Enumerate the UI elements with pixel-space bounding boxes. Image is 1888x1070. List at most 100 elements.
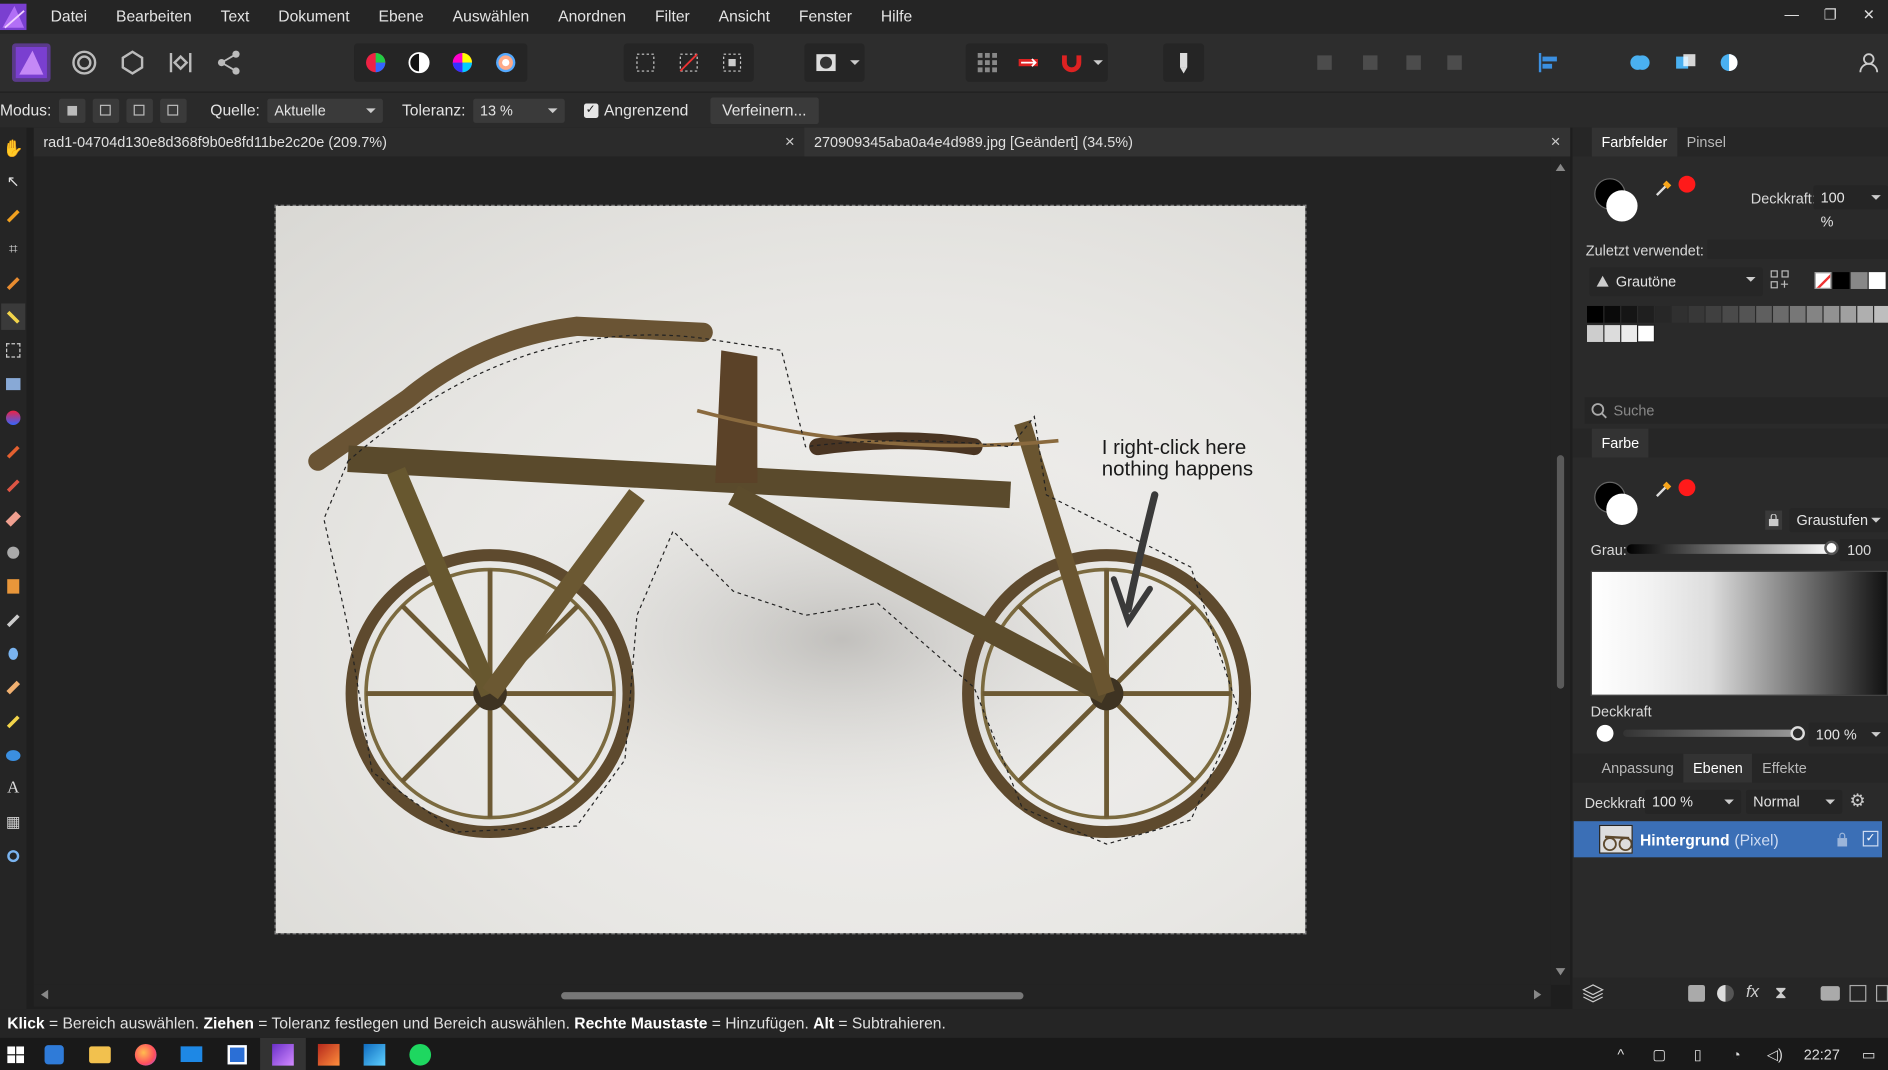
selection-brush-tool-icon[interactable] [1, 270, 25, 296]
alignment-button[interactable] [1532, 46, 1566, 80]
menu-ebene[interactable]: Ebene [364, 0, 438, 34]
marquee-tool-icon[interactable] [1, 337, 25, 363]
scroll-down-icon[interactable] [1555, 968, 1566, 976]
tab-swatches[interactable]: Farbfelder [1591, 127, 1677, 157]
liquify-persona-button[interactable] [67, 46, 101, 80]
eyedropper-icon[interactable] [1654, 178, 1673, 197]
color-lock-icon[interactable] [1765, 510, 1783, 530]
boolean-intersect-button[interactable] [1712, 46, 1746, 80]
add-mask-icon[interactable] [1688, 984, 1706, 1002]
taskbar-app-calendar[interactable] [214, 1038, 260, 1070]
erase-tool-icon[interactable] [1, 506, 25, 532]
blend-mode-dropdown[interactable]: Normal [1745, 789, 1843, 814]
fill-tool-icon[interactable] [1, 371, 25, 397]
assistant-button[interactable] [971, 46, 1005, 80]
close-window-button[interactable]: ✕ [1849, 0, 1888, 29]
select-all-button[interactable] [629, 46, 663, 80]
taskbar-app-affinity-publisher[interactable] [306, 1038, 352, 1070]
deselect-button[interactable] [672, 46, 706, 80]
menu-hilfe[interactable]: Hilfe [866, 0, 926, 34]
tray-chevron-up-icon[interactable]: ^ [1601, 1038, 1640, 1070]
swatch-opacity-field[interactable]: 100 % [1813, 185, 1888, 230]
menu-text[interactable]: Text [206, 0, 264, 34]
tab-color[interactable]: Farbe [1591, 428, 1649, 458]
layer-row-hintergrund[interactable]: Hintergrund (Pixel) ✓ [1573, 821, 1883, 858]
boolean-subtract-button[interactable] [1669, 46, 1703, 80]
delete-layer-icon[interactable] [1875, 984, 1888, 1002]
color-picker-tool-icon[interactable] [1, 202, 25, 228]
arrange-back-button[interactable] [1397, 46, 1431, 80]
swatch-gray[interactable] [1850, 272, 1868, 289]
develop-persona-button[interactable] [116, 46, 150, 80]
tab-layers[interactable]: Ebenen [1683, 753, 1753, 783]
taskbar-app-spotify[interactable] [397, 1038, 443, 1070]
tab-effects[interactable]: Effekte [1752, 754, 1816, 783]
mesh-warp-tool-icon[interactable]: ▦ [1, 809, 25, 835]
vertical-scroll-thumb[interactable] [1556, 455, 1565, 689]
menu-anordnen[interactable]: Anordnen [544, 0, 641, 34]
taskbar-app-explorer[interactable] [77, 1038, 123, 1070]
zoom-tool-icon[interactable] [1, 843, 25, 869]
tray-meet-icon[interactable]: ▢ [1640, 1038, 1679, 1070]
dodge-tool-icon[interactable] [1, 539, 25, 565]
photo-canvas[interactable]: I right-click here nothing happens [274, 204, 1307, 935]
menu-filter[interactable]: Filter [641, 0, 705, 34]
gray-slider-handle[interactable] [1824, 540, 1839, 556]
menu-ansicht[interactable]: Ansicht [704, 0, 784, 34]
layer-visibility-checkbox[interactable]: ✓ [1862, 830, 1879, 847]
mixer-brush-tool-icon[interactable] [1, 472, 25, 498]
snapping-button[interactable] [1055, 46, 1089, 80]
gradient-tool-icon[interactable] [1, 405, 25, 431]
gray-value[interactable]: 100 [1839, 539, 1888, 562]
palette-grid-icon[interactable] [1770, 270, 1789, 289]
palette-dropdown[interactable]: Grautöne [1589, 267, 1763, 297]
menu-auswaehlen[interactable]: Auswählen [438, 0, 543, 34]
account-button[interactable] [1852, 46, 1886, 80]
scroll-up-icon[interactable] [1555, 163, 1566, 171]
mode-add-button[interactable] [92, 98, 119, 123]
source-dropdown[interactable]: Aktuelle Ebene [267, 98, 383, 143]
vertical-scrollbar[interactable] [1550, 156, 1571, 985]
quick-mask-dropdown[interactable] [845, 46, 864, 80]
tab-brush[interactable]: Pinsel [1677, 128, 1736, 157]
contiguous-checkbox[interactable]: ✓ [583, 102, 598, 118]
flood-select-tool-icon[interactable] [1, 303, 26, 330]
taskbar-app-mail[interactable] [169, 1038, 215, 1070]
group-layers-icon[interactable] [1820, 986, 1840, 1001]
fx-icon[interactable]: fx [1746, 981, 1759, 1000]
export-persona-button[interactable] [212, 46, 246, 80]
boolean-add-button[interactable] [1623, 46, 1657, 80]
layer-opacity-field[interactable]: 100 % [1644, 789, 1742, 814]
swatch-search[interactable]: Suche [1584, 397, 1888, 424]
document-tab-2[interactable]: 270909345aba0a4e4d989.jpg [Geändert] (34… [804, 127, 1571, 157]
live-filter-icon[interactable]: ⧗ [1775, 983, 1787, 1003]
blur-tool-icon[interactable] [1, 641, 25, 667]
auto-levels-button[interactable] [359, 46, 393, 80]
paint-brush-tool-icon[interactable] [1, 438, 25, 464]
auto-white-balance-button[interactable] [489, 46, 523, 80]
gray-slider[interactable] [1626, 540, 1839, 556]
tab-adjustment[interactable]: Anpassung [1592, 754, 1684, 783]
invert-selection-button[interactable] [715, 46, 749, 80]
swatch-black[interactable] [1832, 272, 1850, 289]
horizontal-scroll-thumb[interactable] [561, 992, 1024, 1000]
arrange-front-button[interactable] [1308, 46, 1342, 80]
fill-stroke-icon[interactable] [1589, 173, 1638, 222]
color-current-red[interactable] [1678, 479, 1696, 497]
taskbar-app-affinity-photo[interactable] [260, 1037, 306, 1070]
pen-tool-icon[interactable] [1, 708, 25, 734]
layer-settings-icon[interactable]: ⚙ [1849, 790, 1868, 811]
canvas-area[interactable]: I right-click here nothing happens [33, 156, 1551, 985]
taskbar-app-affinity-designer[interactable] [352, 1038, 398, 1070]
add-pixel-layer-icon[interactable] [1849, 984, 1867, 1002]
menu-datei[interactable]: Datei [36, 0, 101, 34]
close-tab-icon[interactable]: × [785, 131, 795, 150]
color-opacity-handle[interactable] [1790, 726, 1805, 741]
start-button[interactable] [0, 1038, 31, 1070]
mode-intersect-button[interactable] [159, 98, 187, 123]
tolerance-field[interactable]: 13 % [472, 98, 565, 123]
color-fill-stroke-icon[interactable] [1589, 477, 1638, 525]
text-tool-icon[interactable]: A [1, 775, 25, 801]
notifications-icon[interactable]: ▭ [1849, 1038, 1888, 1070]
mode-subtract-button[interactable] [125, 98, 153, 123]
